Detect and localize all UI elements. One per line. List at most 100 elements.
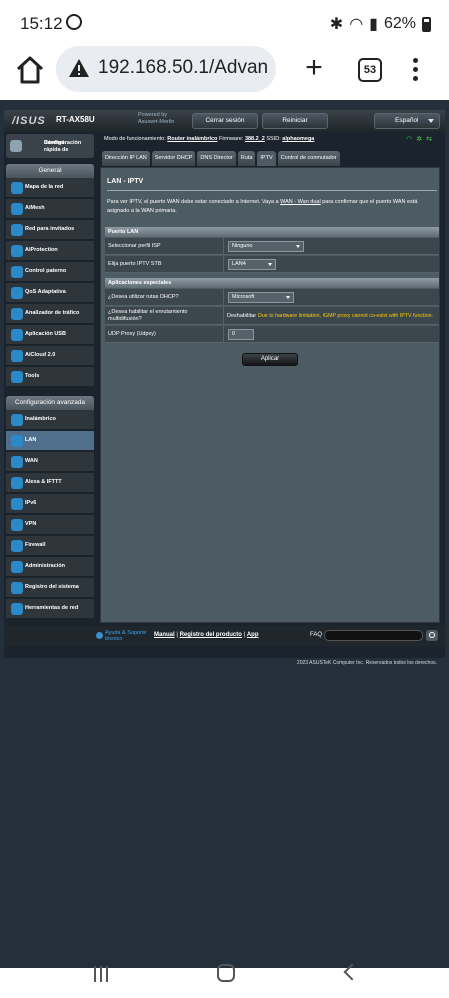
sidebar-item-firewall[interactable]: Firewall [6, 536, 94, 556]
isp-profile-select[interactable]: Ninguno [228, 241, 304, 252]
logout-button[interactable]: Cerrar sesión [192, 113, 258, 129]
tab-route[interactable]: Ruta [237, 151, 256, 166]
app-link[interactable]: App [247, 632, 259, 638]
lan-tabs: Dirección IP LAN Servidor DHCP DNS Direc… [102, 151, 340, 166]
iptv-port-select[interactable]: LAN4 [228, 259, 276, 270]
mode-link[interactable]: Router inalámbrico [167, 136, 217, 142]
multicast-value: Deshabilitar [227, 313, 257, 319]
wan-dual-link[interactable]: WAN - Wan dual [280, 199, 321, 205]
wireless-icon [11, 414, 23, 426]
sidebar-item-alexa[interactable]: Alexa & IFTTT [6, 473, 94, 493]
search-icon[interactable] [426, 630, 438, 641]
tab-iptv[interactable]: IPTV [257, 151, 276, 166]
sidebar-item-parental-control[interactable]: Control paterno [6, 262, 94, 282]
isp-profile-row: Seleccionar perfil ISP Ninguno [105, 238, 439, 255]
whatsapp-icon [66, 14, 82, 30]
parental-icon [11, 266, 23, 278]
address-bar[interactable]: 192.168.50.1/Advan [56, 46, 276, 92]
udpxy-label: UDP Proxy (Udpxy) [108, 331, 156, 337]
clock: 15:12 [20, 14, 63, 33]
lan-icon [11, 435, 23, 447]
new-tab-button[interactable]: + [300, 53, 328, 83]
faq-label: FAQ [310, 632, 323, 638]
faq-search-input[interactable] [324, 630, 423, 641]
network-tools-icon [11, 603, 23, 615]
sidebar-item-wan[interactable]: WAN [6, 452, 94, 472]
asus-logo: /ISUS [12, 115, 46, 127]
quick-setup-button[interactable]: Configuración rápida de Internet [6, 134, 94, 158]
traffic-icon [11, 308, 23, 320]
vpn-icon [11, 519, 23, 531]
home-nav-icon[interactable] [217, 964, 235, 982]
status-bar: 15:12 ✱ ◠ ▮ 62% [0, 0, 449, 40]
divider [107, 190, 437, 191]
firewall-icon [11, 540, 23, 552]
sidebar-item-lan[interactable]: LAN [6, 431, 94, 451]
help-support-link[interactable]: Ayuda & Soporte técnico [105, 630, 146, 642]
main-content: Modo de funcionamiento: Router inalámbri… [100, 134, 440, 624]
sidebar-item-aicloud[interactable]: AiCloud 2.0 [6, 346, 94, 366]
wifi-icon: ◠ [349, 16, 364, 33]
reboot-button[interactable]: Reiniciar [262, 113, 328, 129]
tab-dhcp-server[interactable]: Servidor DHCP [151, 151, 196, 166]
recent-apps-icon[interactable] [92, 966, 110, 984]
footer-links: Manual | Registro del producto | App [154, 632, 259, 638]
url-text[interactable]: 192.168.50.1/Advan [98, 57, 268, 79]
settings-status-icon[interactable]: ✲ [416, 136, 426, 143]
tab-dns-director[interactable]: DNS Director [197, 151, 236, 166]
sidebar-item-guest-network[interactable]: Red para invitados [6, 220, 94, 240]
sidebar-item-aiprotection[interactable]: AiProtection [6, 241, 94, 261]
sidebar-item-wireless[interactable]: Inalámbrico [6, 410, 94, 430]
network-status-icon[interactable]: ⇆ [426, 136, 436, 143]
product-registration-link[interactable]: Registro del producto [180, 632, 242, 638]
tab-lan-ip[interactable]: Dirección IP LAN [102, 151, 150, 166]
isp-profile-label: Seleccionar perfil ISP [108, 243, 161, 249]
router-header: /ISUS RT-AX58U Powered by Asuswrt-Merlin… [4, 110, 445, 132]
network-map-icon [11, 182, 23, 194]
dhcp-routes-label: ¿Desea utilizar rutas DHCP? [108, 294, 179, 300]
tab-switcher-button[interactable]: 53 [358, 58, 382, 82]
wifi-status-icon[interactable]: ◠ [406, 136, 416, 143]
status-icons: ✱ ◠ ▮ 62% [330, 14, 431, 34]
apply-button[interactable]: Aplicar [242, 353, 298, 366]
browser-toolbar: 192.168.50.1/Advan + 53 [0, 40, 449, 100]
sidebar-item-traffic-analyzer[interactable]: Analizador de tráfico [6, 304, 94, 324]
dhcp-routes-select[interactable]: Microsoft [228, 292, 294, 303]
tools-icon [11, 371, 23, 383]
multicast-row: ¿Desea habilitar el enrutamiento multidif… [105, 307, 439, 325]
powered-by: Powered by Asuswrt-Merlin [138, 112, 175, 125]
sidebar-item-qos[interactable]: QoS Adaptativa [6, 283, 94, 303]
lan-port-header: Puerto LAN [105, 227, 439, 237]
home-icon[interactable] [14, 54, 46, 86]
sidebar-item-network-map[interactable]: Mapa de la red [6, 178, 94, 198]
sidebar-item-tools[interactable]: Tools [6, 367, 94, 387]
language-select[interactable]: Español [374, 113, 440, 129]
firmware-link[interactable]: 388.2_2 [245, 136, 265, 142]
iptv-panel: LAN - IPTV Para ver IPTV, el puerto WAN … [100, 167, 440, 623]
warning-icon[interactable] [68, 58, 90, 78]
sidebar-item-ipv6[interactable]: IPv6 [6, 494, 94, 514]
sidebar-item-usb-app[interactable]: Aplicación USB [6, 325, 94, 345]
iptv-port-label: Elija puerto IPTV STB [108, 261, 162, 267]
manual-link[interactable]: Manual [154, 632, 175, 638]
iptv-port-row: Elija puerto IPTV STB LAN4 [105, 256, 439, 273]
ssid-link[interactable]: alphaomega [282, 136, 314, 142]
more-menu-icon[interactable] [410, 56, 420, 84]
alexa-icon [11, 477, 23, 489]
model-name: RT-AX58U [56, 115, 95, 124]
sidebar-item-administration[interactable]: Administración [6, 557, 94, 577]
sidebar-item-aimesh[interactable]: AiMesh [6, 199, 94, 219]
usb-icon [11, 329, 23, 341]
qos-icon [11, 287, 23, 299]
special-apps-header: Aplicaciones especiales [105, 278, 439, 288]
aimesh-icon [11, 203, 23, 215]
help-icon [96, 632, 103, 639]
sidebar-item-vpn[interactable]: VPN [6, 515, 94, 535]
tab-switch-control[interactable]: Control de conmutador [277, 151, 340, 166]
bluetooth-icon: ✱ [329, 16, 344, 33]
sidebar-item-network-tools[interactable]: Herramientas de red [6, 599, 94, 619]
shield-icon [11, 245, 23, 257]
udpxy-input[interactable]: 0 [228, 329, 254, 340]
sidebar-item-system-log[interactable]: Registro del sistema [6, 578, 94, 598]
udpxy-row: UDP Proxy (Udpxy) 0 [105, 326, 439, 343]
